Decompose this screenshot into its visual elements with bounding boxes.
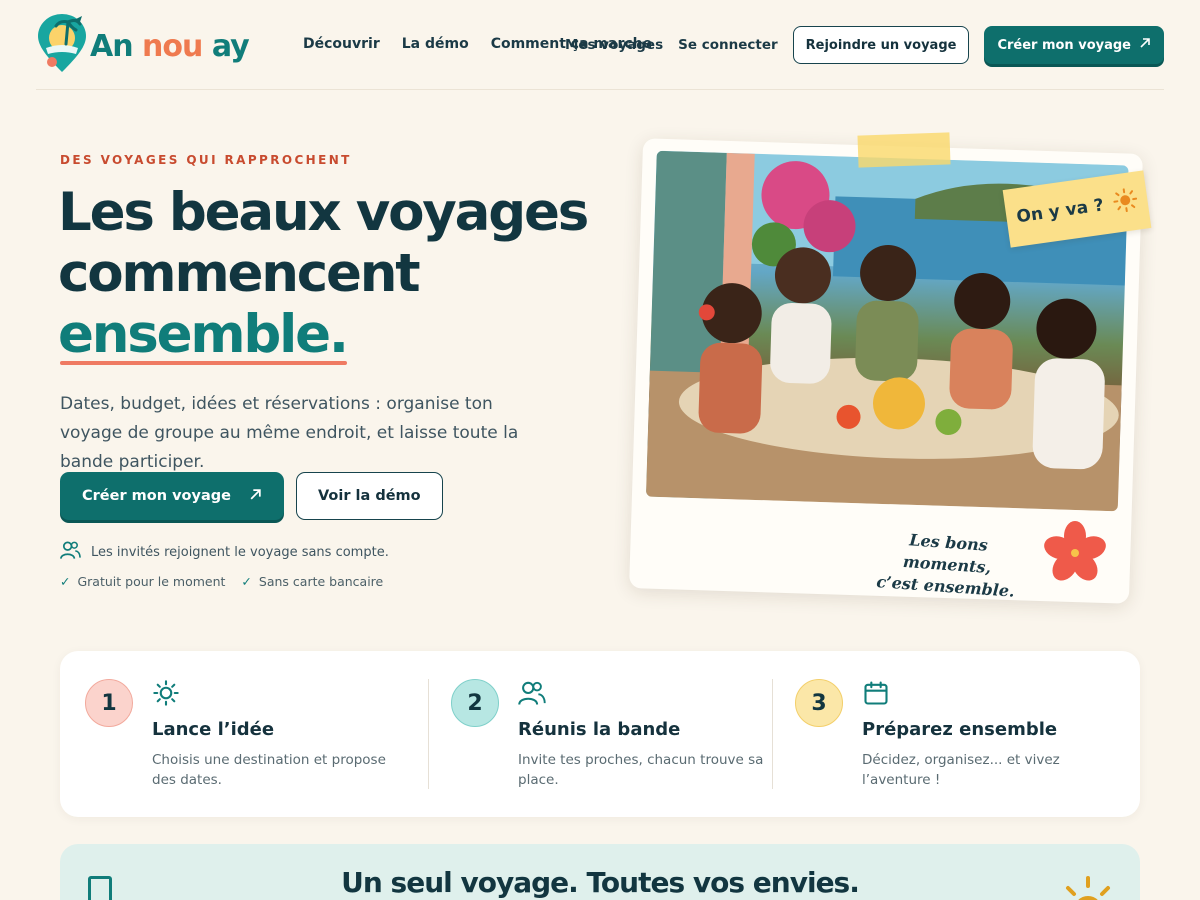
how-it-works-steps: 1 Lance l’idée Choisis une destination e… xyxy=(60,651,1140,817)
calendar-icon xyxy=(862,679,890,707)
arrow-up-right-icon xyxy=(249,488,262,505)
step-title: Réunis la bande xyxy=(518,719,681,740)
step-number: 2 xyxy=(451,679,499,727)
logo-mark-icon xyxy=(36,14,88,74)
logo-word-2: nou xyxy=(142,28,203,64)
decorative-tape xyxy=(857,132,951,168)
features-band-title: Un seul voyage. Toutes vos envies. xyxy=(341,866,860,899)
step-3: 3 Préparez ensemble Décidez, organisez..… xyxy=(795,679,1115,789)
step-title: Lance l’idée xyxy=(152,719,275,740)
hero-eyebrow: DES VOYAGES QUI RAPPROCHENT xyxy=(60,153,352,167)
hero-subtitle: Dates, budget, idées et réservations : o… xyxy=(60,394,519,472)
join-trip-label: Rejoindre un voyage xyxy=(805,37,957,53)
logo[interactable]: An nou ay xyxy=(36,14,250,74)
see-demo-button[interactable]: Voir la démo xyxy=(295,472,443,520)
hero-actions: Créer mon voyage Voir la démo xyxy=(60,472,443,520)
step-description: Décidez, organisez... et vivez l’aventur… xyxy=(862,752,1060,788)
guest-reassurance: Les invités rejoignent le voyage sans co… xyxy=(60,540,389,564)
step-number: 1 xyxy=(85,679,133,727)
logo-text: An nou ay xyxy=(90,28,250,64)
photo-caption: Les bons moments, c’est ensemble. xyxy=(860,526,1034,604)
hibiscus-flower-icon xyxy=(1042,520,1108,586)
step-1: 1 Lance l’idée Choisis une destination e… xyxy=(85,679,425,789)
nav-create-trip-button[interactable]: Créer mon voyage xyxy=(984,26,1164,64)
sticky-note-text: On y va ? xyxy=(1015,195,1106,228)
step-description: Choisis une destination et propose des d… xyxy=(152,752,386,788)
benefit-checks: ✓ Gratuit pour le moment ✓ Sans carte ba… xyxy=(60,574,383,589)
benefit-no-card: ✓ Sans carte bancaire xyxy=(241,574,383,589)
step-title: Préparez ensemble xyxy=(862,719,1058,740)
sun-icon xyxy=(1112,186,1140,218)
nav-link-demo[interactable]: La démo xyxy=(402,36,469,52)
create-trip-button[interactable]: Créer mon voyage xyxy=(60,472,284,520)
benefit-no-card-text: Sans carte bancaire xyxy=(258,574,384,589)
step-number: 3 xyxy=(795,679,843,727)
benefit-free: ✓ Gratuit pour le moment xyxy=(60,574,225,589)
hero-title: Les beaux voyages commencent ensemble. xyxy=(58,182,618,365)
step-divider xyxy=(428,679,429,789)
features-band: Un seul voyage. Toutes vos envies. xyxy=(60,844,1140,900)
nav-create-trip-label: Créer mon voyage xyxy=(997,37,1131,53)
nav-actions: Mes voyages Se connecter Rejoindre un vo… xyxy=(565,26,1164,64)
check-icon: ✓ xyxy=(60,574,71,589)
check-icon: ✓ xyxy=(241,574,252,589)
hero-title-line1: Les beaux voyages xyxy=(58,182,589,243)
see-demo-label: Voir la démo xyxy=(317,488,421,504)
create-trip-label: Créer mon voyage xyxy=(82,488,231,504)
arrow-up-right-icon xyxy=(1139,37,1151,53)
hero-title-line2: commencent xyxy=(58,243,421,304)
benefit-free-text: Gratuit pour le moment xyxy=(77,574,226,589)
logo-word-1: An xyxy=(90,28,134,64)
hero-title-accent: ensemble. xyxy=(58,304,349,365)
join-trip-button[interactable]: Rejoindre un voyage xyxy=(792,26,970,64)
sun-icon xyxy=(1058,872,1118,900)
nav-link-login[interactable]: Se connecter xyxy=(678,37,778,53)
sun-icon xyxy=(152,679,180,707)
nav-link-my-trips[interactable]: Mes voyages xyxy=(565,37,663,53)
step-description: Invite tes proches, chacun trouve sa pla… xyxy=(518,752,764,788)
group-icon xyxy=(60,540,81,564)
group-icon xyxy=(518,679,546,707)
reassurance-text: Les invités rejoignent le voyage sans co… xyxy=(91,544,389,560)
step-2: 2 Réunis la bande Invite tes proches, ch… xyxy=(451,679,763,789)
logo-word-3: ay xyxy=(211,28,250,64)
top-nav: An nou ay Découvrir La démo Comment ça m… xyxy=(36,0,1164,90)
nav-link-discover[interactable]: Découvrir xyxy=(303,36,380,52)
step-divider xyxy=(772,679,773,789)
